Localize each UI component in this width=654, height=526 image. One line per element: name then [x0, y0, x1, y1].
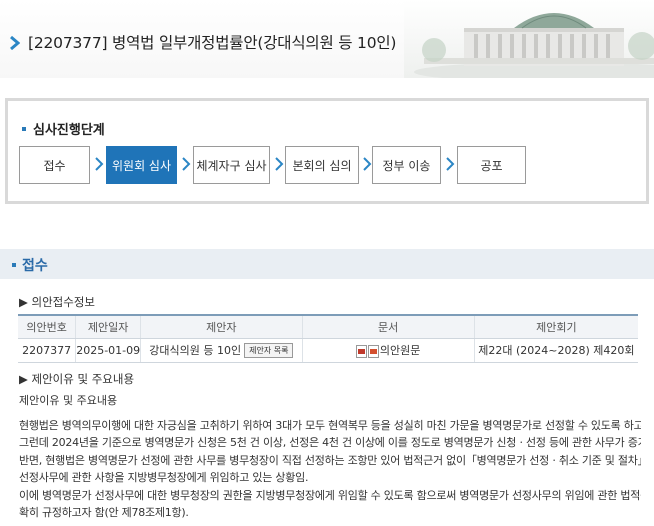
receipt-info-heading: ▶ 의안접수정보	[19, 295, 95, 309]
receipt-info-table: 의안번호 제안일자 제안자 문서 제안회기 2207377 2025-01-09…	[18, 314, 638, 363]
bullet-icon	[22, 126, 26, 131]
document-cell: 의안원문	[301, 338, 475, 363]
reason-line: 이에 병역명문가 선정사무에 대한 병무청장의 권한을 지방병무청장에게 위임할…	[19, 488, 641, 502]
date-cell: 2025-01-09	[75, 338, 141, 363]
col-document: 문서	[301, 314, 475, 339]
page-header: [2207377] 병역법 일부개정법률안(강대식의원 등 10인)	[0, 0, 654, 78]
col-bill-no: 의안번호	[18, 314, 76, 339]
arrow-right-icon	[446, 157, 455, 171]
arrow-right-icon	[95, 157, 104, 171]
section-header: 접수	[0, 249, 654, 279]
stage-legal-review[interactable]: 체계자구 심사	[193, 146, 270, 184]
assembly-building-image	[404, 0, 654, 78]
stage-promulgation[interactable]: 공포	[457, 146, 526, 184]
table-header-row: 의안번호 제안일자 제안자 문서 제안회기	[18, 314, 638, 339]
hwp-icon[interactable]	[367, 344, 379, 358]
col-proposer: 제안자	[140, 314, 303, 339]
bullet-icon	[12, 263, 16, 267]
review-stage-label: 심사진행단계	[33, 123, 105, 138]
section-title: 접수	[22, 258, 48, 274]
stage-government-transfer[interactable]: 정부 이송	[372, 146, 441, 184]
arrow-right-icon	[182, 157, 191, 171]
reason-line: 확히 규정하고자 함(안 제78조제1항).	[19, 506, 189, 520]
review-stage-panel: 심사진행단계 접수 위원회 심사 체계자구 심사 본회의 심의 정부 이송 공포	[5, 98, 649, 204]
stage-receipt[interactable]: 접수	[19, 146, 90, 184]
reason-line: 그런데 2024년을 기준으로 병역명문가 신청은 5천 건 이상, 선정은 4…	[19, 436, 641, 450]
reason-heading: ▶ 제안이유 및 주요내용	[19, 372, 135, 386]
table-row: 2207377 2025-01-09 강대식의원 등 10인 제안자 목록 의안원…	[18, 338, 638, 363]
col-session: 제안회기	[473, 314, 638, 339]
reason-line: 현행법은 병역의무이행에 대한 자긍심을 고취하기 위하여 3대가 모두 현역복…	[19, 419, 641, 432]
reason-subheading: 제안이유 및 주요내용	[19, 394, 118, 407]
chevron-right-icon	[10, 36, 20, 50]
arrow-right-icon	[363, 157, 372, 171]
reason-body: 현행법은 병역의무이행에 대한 자긍심을 고취하기 위하여 3대가 모두 현역복…	[19, 417, 641, 521]
review-stage-heading: 심사진행단계	[22, 119, 105, 138]
reason-line: 선정사무에 관한 사항을 지방병무청장에게 위임하고 있는 상황임.	[19, 471, 309, 485]
bill-no-cell: 2207377	[18, 338, 76, 363]
stage-plenary[interactable]: 본회의 심의	[285, 146, 359, 184]
session-cell: 제22대 (2024~2028) 제420회	[473, 338, 638, 363]
proposer-list-button[interactable]: 제안자 목록	[244, 343, 294, 359]
reason-line: 반면, 현행법은 병역명문가 선정에 관한 사무를 병무청장이 직접 선정하는 …	[19, 453, 641, 467]
document-link[interactable]: 의안원문	[380, 344, 420, 357]
page-title: [2207377] 병역법 일부개정법률안(강대식의원 등 10인)	[28, 34, 397, 52]
proposer-cell: 강대식의원 등 10인 제안자 목록	[140, 338, 303, 363]
pdf-icon[interactable]	[355, 344, 367, 358]
col-date: 제안일자	[75, 314, 141, 339]
proposer-name: 강대식의원 등 10인	[149, 343, 242, 357]
arrow-right-icon	[275, 157, 284, 171]
stage-committee-review[interactable]: 위원회 심사	[106, 146, 177, 184]
